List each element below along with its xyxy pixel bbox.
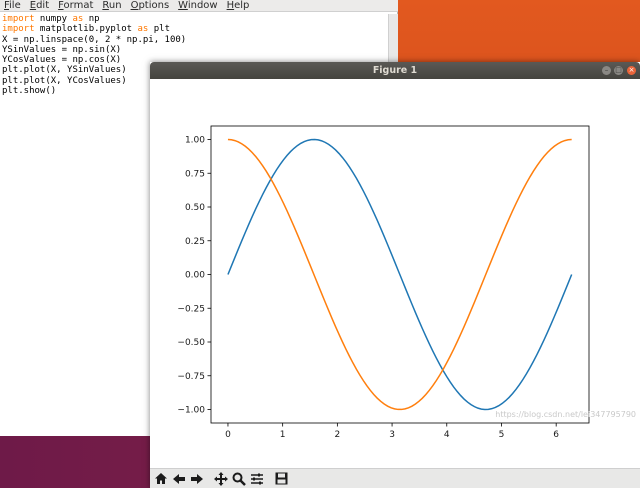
x-tick-label: 1 [280,430,286,440]
configure-subplots-icon[interactable] [248,470,266,488]
save-icon[interactable] [272,470,290,488]
menu-help[interactable]: Help [223,0,255,11]
menu-file[interactable]: File [0,0,26,11]
x-tick-label: 0 [225,430,231,440]
code-line: X = np.linspace(0, 2 * np.pi, 100) [2,34,187,45]
maximize-button[interactable]: □ [614,66,623,75]
figure-titlebar[interactable]: Figure 1 – □ × [150,62,640,79]
y-tick-label: −0.25 [177,304,205,314]
y-tick-label: −1.00 [177,406,205,416]
pan-icon[interactable] [212,470,230,488]
y-tick-label: 1.00 [185,136,205,146]
home-icon[interactable] [152,470,170,488]
x-tick-label: 3 [389,430,395,440]
code-line: import numpy as np [2,14,100,24]
code-line: YSinValues = np.sin(X) [2,44,122,55]
code-line: import matplotlib.pyplot as plt [2,24,170,35]
y-tick-label: 0.75 [185,169,205,179]
menu-edit[interactable]: Edit [26,0,54,11]
menu-window[interactable]: Window [174,0,222,11]
figure-window: Figure 1 – □ × 0 1 2 3 4 5 6 1.00 0.75 0.50 0.25 0.… [150,62,640,488]
watermark: https://blog.csdn.net/lei347795790 [495,410,636,419]
x-tick-label: 6 [553,430,559,440]
x-tick-label: 5 [499,430,505,440]
close-button[interactable]: × [627,66,636,75]
y-tick-label: −0.50 [177,338,205,348]
y-tick-label: −0.75 [177,372,205,382]
figure-title: Figure 1 [372,65,418,76]
x-tick-label: 2 [334,430,340,440]
minimize-button[interactable]: – [602,66,611,75]
y-tick-label: 0.50 [185,203,205,213]
forward-arrow-icon[interactable] [188,470,206,488]
zoom-icon[interactable] [230,470,248,488]
x-tick-label: 4 [444,430,450,440]
menu-run[interactable]: Run [98,0,126,11]
matplotlib-toolbar [150,468,640,488]
y-tick-label: 0.00 [185,271,205,281]
menu-options[interactable]: Options [127,0,175,11]
back-arrow-icon[interactable] [170,470,188,488]
series-line-sin [227,138,573,411]
editor-menubar: File Edit Format Run Options Window Help [0,0,398,12]
y-tick-label: 0.25 [185,237,205,247]
menu-format[interactable]: Format [54,0,98,11]
